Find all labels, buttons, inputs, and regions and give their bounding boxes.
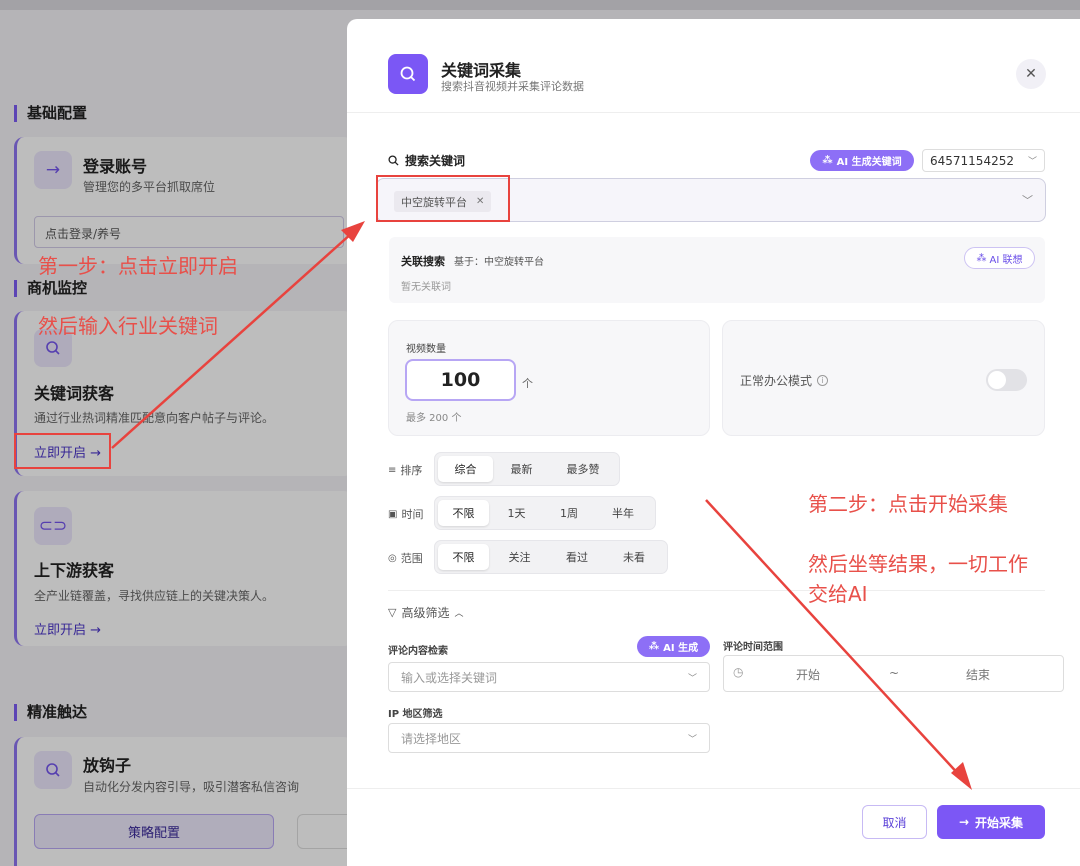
search-keyword-label: 搜索关键词 (388, 152, 465, 169)
date-start[interactable]: 开始 (796, 666, 820, 683)
search-icon (388, 54, 428, 94)
comment-keyword-select[interactable]: 输入或选择关键词 ﹀ (388, 662, 710, 692)
filter-icon: ≡ (388, 464, 397, 476)
related-search-empty: 暂无关联词 (401, 282, 451, 293)
step1-annotation-line2: 然后输入行业关键词 (38, 314, 218, 338)
ip-region-placeholder: 请选择地区 (401, 731, 462, 746)
sort-label: ≡ 排序 (388, 462, 422, 478)
funnel-icon: ▽ (388, 606, 397, 619)
office-mode-card: 正常办公模式 i (722, 320, 1045, 436)
office-mode-text: 正常办公模式 (740, 374, 813, 388)
date-end[interactable]: 结束 (966, 666, 990, 683)
chevron-down-icon: ﹀ (1027, 157, 1037, 167)
comment-keyword-placeholder: 输入或选择关键词 (401, 670, 498, 685)
header-divider (347, 112, 1080, 113)
step2-annotation-line3: 交给AI (808, 582, 868, 606)
toggle-knob (988, 371, 1006, 389)
step2-annotation-line2: 然后坐等结果，一切工作 (808, 552, 1028, 576)
scope-option-unviewed[interactable]: 未看 (604, 544, 664, 570)
time-option-any[interactable]: 不限 (438, 500, 489, 526)
sparkle-icon: ⁂ (822, 155, 833, 166)
time-option-halfyear[interactable]: 半年 (594, 500, 652, 526)
clock-icon: ◷ (733, 665, 744, 679)
ai-generate-label: AI 生成 (663, 643, 699, 654)
time-option-1week[interactable]: 1周 (544, 500, 594, 526)
related-search-panel: 关联搜索 基于：中空旋转平台 暂无关联词 ⁂ AI 联想 (389, 237, 1045, 303)
ai-generate-button[interactable]: ⁂ AI 生成 (637, 636, 710, 657)
scope-label-text: 范围 (400, 552, 423, 565)
step1-annotation-line1: 第一步：点击立即开启 (38, 254, 238, 278)
scope-option-any[interactable]: 不限 (438, 544, 489, 570)
time-label-text: 时间 (401, 508, 424, 521)
ip-region-label: IP 地区筛选 (388, 709, 443, 720)
sort-label-text: 排序 (400, 464, 423, 477)
related-search-base: 基于：中空旋转平台 (454, 257, 544, 268)
comment-time-range-picker[interactable]: ◷ 开始 ~ 结束 (723, 655, 1064, 692)
calendar-icon: ▣ (388, 508, 398, 520)
close-icon[interactable]: ✕ (1016, 59, 1046, 89)
time-label: ▣ 时间 (388, 506, 423, 522)
scope-option-viewed[interactable]: 看过 (550, 544, 604, 570)
section-divider (388, 590, 1045, 591)
search-icon (388, 155, 399, 166)
sort-option-latest[interactable]: 最新 (493, 456, 550, 482)
sparkle-icon: ⁂ (648, 641, 660, 652)
cancel-button[interactable]: 取消 (862, 805, 927, 839)
advanced-filter-label: 高级筛选 (401, 606, 450, 620)
ai-generate-keywords-label: AI 生成关键词 (836, 157, 902, 168)
scope-label: ◎ 范围 (388, 550, 423, 566)
office-mode-label: 正常办公模式 i (740, 372, 829, 389)
ai-associate-button[interactable]: ⁂ AI 联想 (964, 247, 1035, 269)
comment-time-range-label: 评论时间范围 (723, 642, 783, 653)
office-mode-toggle[interactable] (986, 369, 1027, 391)
start-collect-button[interactable]: → 开始采集 (937, 805, 1045, 839)
keyword-collect-modal: 关键词采集 搜索抖音视频并采集评论数据 ✕ 搜索关键词 ⁂ AI 生成关键词 6… (347, 19, 1080, 866)
modal-subtitle: 搜索抖音视频并采集评论数据 (441, 80, 584, 93)
scope-segmented: 不限 关注 看过 未看 (434, 540, 668, 574)
chevron-up-icon: ︿ (454, 609, 464, 619)
chevron-down-icon: ﹀ (687, 673, 697, 684)
highlight-box-start-link (14, 433, 111, 469)
ai-generate-keywords-button[interactable]: ⁂ AI 生成关键词 (810, 150, 914, 171)
comment-search-label: 评论内容检索 (388, 646, 448, 657)
video-count-input[interactable]: 100 (405, 359, 516, 401)
highlight-box-keyword-tag (376, 175, 510, 222)
scope-option-following[interactable]: 关注 (489, 544, 550, 570)
start-collect-label: 开始采集 (975, 815, 1024, 830)
ai-associate-label: AI 联想 (989, 254, 1023, 266)
ip-region-select[interactable]: 请选择地区 ﹀ (388, 723, 710, 753)
chevron-down-icon: ﹀ (687, 734, 697, 745)
account-select[interactable]: 64571154252 ﹀ (922, 149, 1045, 172)
arrow-right-icon: → (958, 815, 970, 829)
sort-segmented: 综合 最新 最多赞 (434, 452, 620, 486)
video-count-unit: 个 (522, 377, 533, 390)
time-option-1day[interactable]: 1天 (489, 500, 544, 526)
video-count-label: 视频数量 (406, 344, 446, 355)
date-separator: ~ (889, 666, 900, 680)
step2-annotation-line1: 第二步：点击开始采集 (808, 492, 1008, 516)
sort-option-most-liked[interactable]: 最多赞 (550, 456, 616, 482)
account-value: 64571154252 (930, 153, 1014, 168)
sort-option-comprehensive[interactable]: 综合 (438, 456, 493, 482)
search-keyword-text: 搜索关键词 (405, 154, 466, 168)
target-icon: ◎ (388, 552, 397, 564)
video-count-max: 最多 200 个 (406, 413, 462, 424)
chevron-down-icon[interactable]: ﹀ (1022, 192, 1033, 208)
footer-divider (347, 788, 1080, 789)
video-count-card: 视频数量 100 个 最多 200 个 (388, 320, 710, 436)
advanced-filter-toggle[interactable]: ▽ 高级筛选 ︿ (388, 604, 464, 621)
sparkle-icon: ⁂ (976, 252, 987, 264)
info-icon: i (817, 375, 829, 386)
related-search-title: 关联搜索 (401, 255, 445, 268)
time-segmented: 不限 1天 1周 半年 (434, 496, 656, 530)
